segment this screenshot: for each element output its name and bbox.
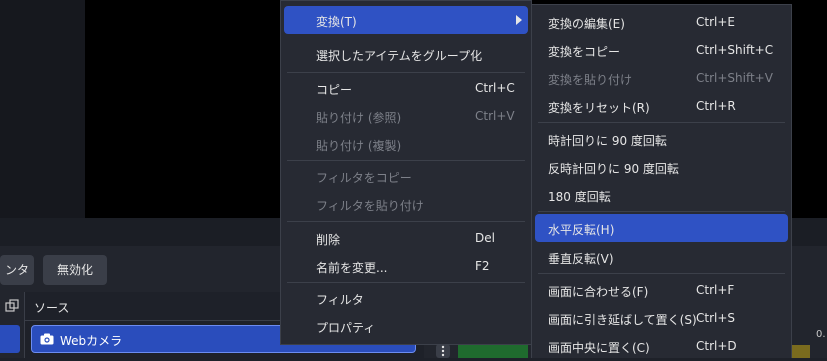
menu-item-label: 画面中央に置く(C) bbox=[548, 341, 650, 355]
menu-item-shortcut: Ctrl+C bbox=[475, 81, 515, 95]
more-vertical-icon bbox=[441, 345, 445, 357]
dock-float-icon[interactable] bbox=[5, 299, 19, 313]
menu-item-stretch-to-screen[interactable]: 画面に引き延ばして置く(S) Ctrl+S bbox=[532, 304, 791, 332]
menu-item-paste-duplicate[interactable]: 貼り付け (複製) bbox=[281, 130, 531, 158]
menu-item-label: フィルタをコピー bbox=[316, 171, 412, 185]
menu-item-shortcut: Ctrl+Shift+V bbox=[696, 71, 773, 85]
menu-item-label: 反時計回りに 90 度回転 bbox=[548, 162, 679, 176]
menu-item-label: 名前を変更... bbox=[316, 261, 388, 275]
menu-item-fit-to-screen[interactable]: 画面に合わせる(F) Ctrl+F bbox=[532, 276, 791, 304]
menu-item-label: 変換をリセット(R) bbox=[548, 101, 650, 115]
sources-dock-title: ソース bbox=[34, 301, 70, 315]
menu-item-properties[interactable]: プロパティ bbox=[281, 312, 531, 340]
menu-item-label: フィルタを貼り付け bbox=[316, 199, 424, 213]
audio-meter-green bbox=[458, 345, 528, 358]
camera-icon bbox=[40, 333, 54, 345]
menu-item-transform[interactable]: 変換(T) bbox=[284, 6, 528, 34]
menu-item-rotate-180[interactable]: 180 度回転 bbox=[532, 181, 791, 209]
menu-item-copy[interactable]: コピー Ctrl+C bbox=[281, 74, 531, 102]
menu-item-shortcut: Ctrl+R bbox=[696, 99, 736, 113]
menu-item-shortcut: Ctrl+S bbox=[696, 311, 736, 325]
menu-item-shortcut: Ctrl+D bbox=[696, 339, 737, 353]
menu-item-shortcut: Ctrl+Shift+C bbox=[696, 43, 774, 57]
menu-separator bbox=[538, 273, 785, 274]
menu-item-label: コピー bbox=[316, 83, 353, 97]
menu-item-label: 垂直反転(V) bbox=[548, 252, 614, 266]
menu-item-label: 水平反転(H) bbox=[548, 223, 615, 237]
menu-item-label: 変換をコピー bbox=[548, 45, 621, 59]
mixer-menu-button[interactable] bbox=[436, 344, 450, 358]
menu-item-rename[interactable]: 名前を変更... F2 bbox=[281, 252, 531, 280]
disable-button[interactable]: 無効化 bbox=[43, 255, 107, 285]
menu-item-paste-transform[interactable]: 変換を貼り付け Ctrl+Shift+V bbox=[532, 64, 791, 92]
filter-button[interactable]: ンタ bbox=[0, 255, 34, 285]
mixer-level-value: 0. bbox=[816, 329, 826, 340]
menu-item-rotate-ccw-90[interactable]: 反時計回りに 90 度回転 bbox=[532, 153, 791, 181]
menu-item-paste-filters[interactable]: フィルタを貼り付け bbox=[281, 190, 531, 218]
scene-item-selected[interactable] bbox=[0, 325, 20, 353]
menu-item-label: プロパティ bbox=[316, 321, 376, 335]
menu-separator bbox=[287, 221, 525, 222]
menu-item-label: 削除 bbox=[316, 233, 341, 247]
submenu-arrow-icon bbox=[516, 15, 522, 25]
menu-item-shortcut: F2 bbox=[475, 259, 490, 273]
menu-item-delete[interactable]: 削除 Del bbox=[281, 224, 531, 252]
menu-item-label: 変換(T) bbox=[316, 15, 357, 29]
menu-separator bbox=[287, 282, 525, 283]
menu-item-flip-vertical[interactable]: 垂直反転(V) bbox=[532, 243, 791, 271]
menu-item-group-selected[interactable]: 選択したアイテムをグループ化 bbox=[281, 40, 531, 68]
menu-item-edit-transform[interactable]: 変換の編集(E) Ctrl+E bbox=[532, 8, 791, 36]
menu-item-copy-transform[interactable]: 変換をコピー Ctrl+Shift+C bbox=[532, 36, 791, 64]
menu-item-label: 選択したアイテムをグループ化 bbox=[316, 49, 483, 63]
menu-item-copy-filters[interactable]: フィルタをコピー bbox=[281, 162, 531, 190]
menu-separator bbox=[287, 160, 525, 161]
menu-item-flip-horizontal[interactable]: 水平反転(H) bbox=[535, 214, 788, 242]
menu-item-label: フィルタ bbox=[316, 293, 364, 307]
menu-item-label: 画面に引き延ばして置く(S) bbox=[548, 313, 697, 327]
menu-item-filters[interactable]: フィルタ bbox=[281, 284, 531, 312]
menu-item-label: 貼り付け (参照) bbox=[316, 111, 402, 125]
menu-item-shortcut: Ctrl+F bbox=[696, 283, 735, 297]
menu-item-paste-reference[interactable]: 貼り付け (参照) Ctrl+V bbox=[281, 102, 531, 130]
menu-item-label: 変換を貼り付け bbox=[548, 73, 633, 87]
audio-meter-yellow bbox=[790, 345, 810, 358]
preview-side-area bbox=[0, 0, 85, 220]
source-context-menu: 変換(T) 選択したアイテムをグループ化 コピー Ctrl+C 貼り付け (参照… bbox=[280, 0, 532, 345]
menu-separator bbox=[538, 122, 785, 123]
menu-item-reset-transform[interactable]: 変換をリセット(R) Ctrl+R bbox=[532, 92, 791, 120]
menu-item-label: 変換の編集(E) bbox=[548, 17, 625, 31]
menu-item-label: 180 度回転 bbox=[548, 190, 611, 204]
transform-submenu: 変換の編集(E) Ctrl+E 変換をコピー Ctrl+Shift+C 変換を貼… bbox=[531, 4, 792, 358]
menu-item-shortcut: Ctrl+V bbox=[475, 109, 515, 123]
menu-item-label: 画面に合わせる(F) bbox=[548, 285, 649, 299]
menu-item-label: 時計回りに 90 度回転 bbox=[548, 134, 667, 148]
menu-item-rotate-cw-90[interactable]: 時計回りに 90 度回転 bbox=[532, 125, 791, 153]
menu-item-shortcut: Del bbox=[475, 231, 495, 245]
menu-separator bbox=[538, 211, 785, 212]
menu-separator bbox=[287, 72, 525, 73]
source-item-label: Webカメラ bbox=[60, 334, 123, 348]
menu-item-shortcut: Ctrl+E bbox=[696, 15, 735, 29]
menu-item-label: 貼り付け (複製) bbox=[316, 139, 402, 153]
menu-item-center-to-screen[interactable]: 画面中央に置く(C) Ctrl+D bbox=[532, 332, 791, 360]
